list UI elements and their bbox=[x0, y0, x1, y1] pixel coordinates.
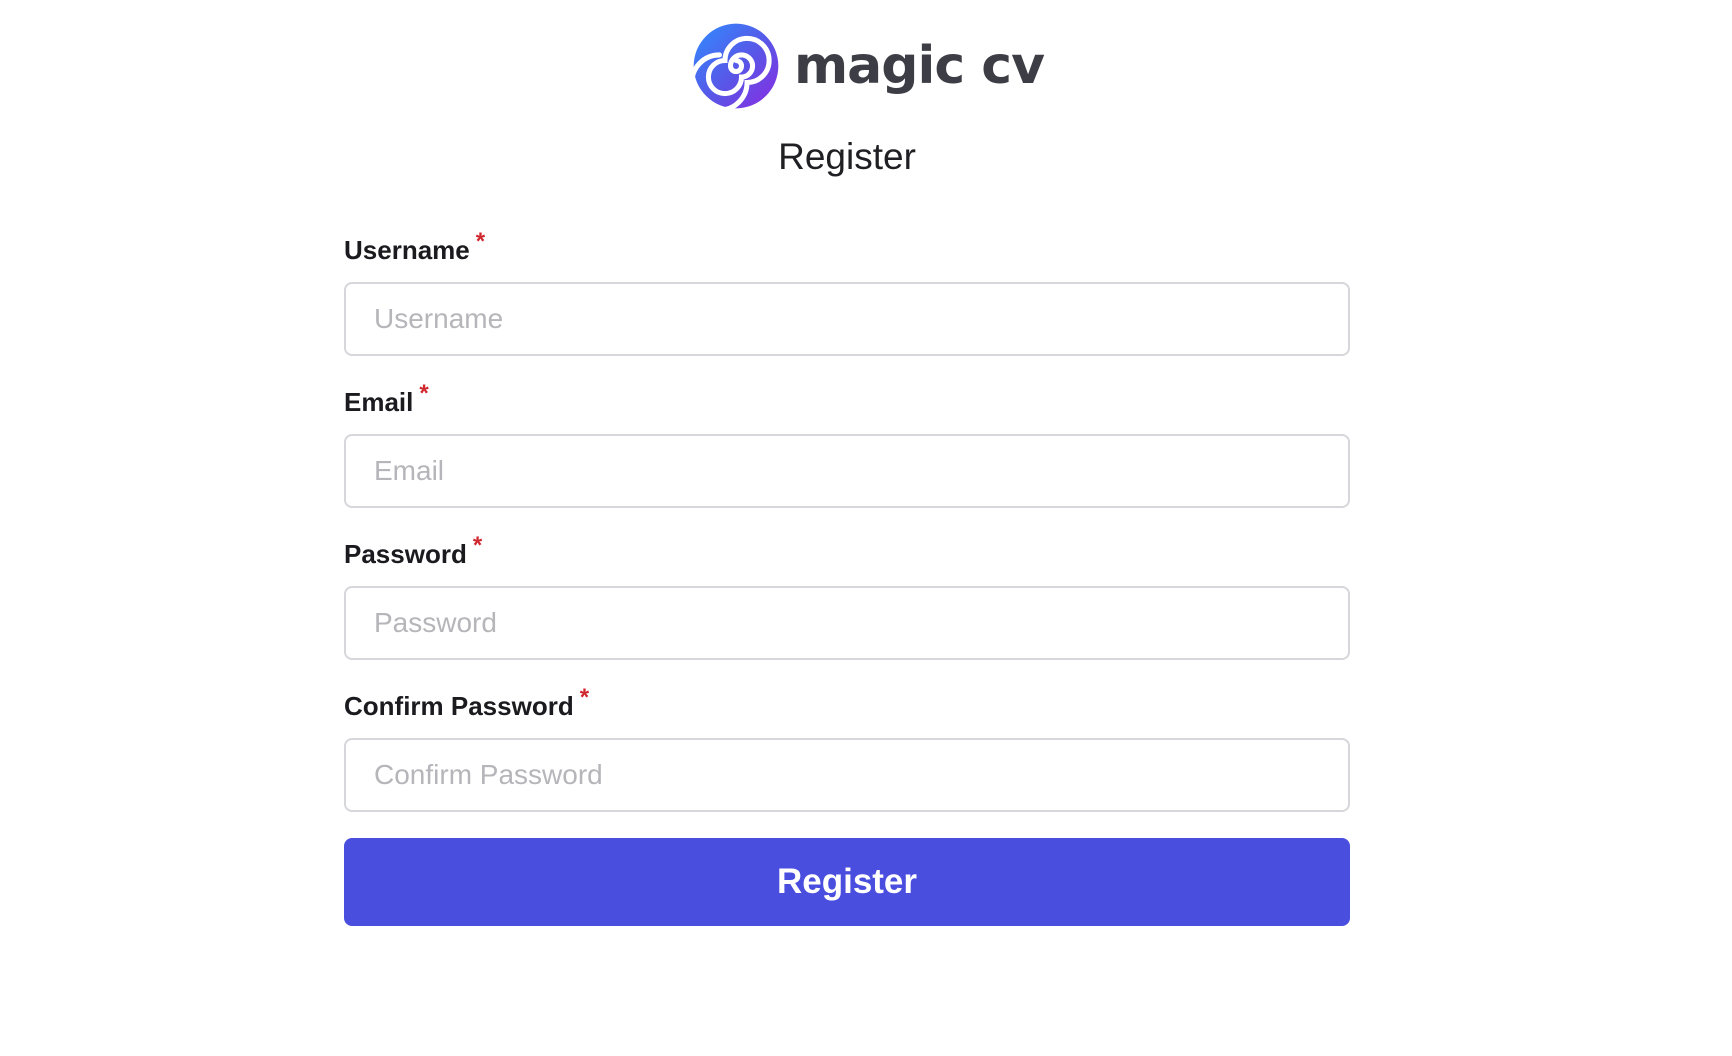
confirm-password-input[interactable] bbox=[344, 738, 1350, 812]
confirm-password-field-group: Confirm Password * bbox=[344, 684, 1350, 812]
required-asterisk: * bbox=[475, 228, 486, 255]
email-label: Email * bbox=[344, 380, 1350, 420]
confirm-password-label: Confirm Password * bbox=[344, 684, 1350, 724]
username-label: Username * bbox=[344, 228, 1350, 268]
brand-logo: magic cv bbox=[690, 18, 1045, 114]
email-label-text: Email bbox=[344, 387, 414, 417]
username-input[interactable] bbox=[344, 282, 1350, 356]
username-field-group: Username * bbox=[344, 228, 1350, 356]
spiral-icon bbox=[690, 23, 779, 112]
page-title: Register bbox=[778, 136, 916, 177]
password-label: Password * bbox=[344, 532, 1350, 572]
email-input[interactable] bbox=[344, 434, 1350, 508]
confirm-password-label-text: Confirm Password bbox=[344, 691, 574, 721]
email-field-group: Email * bbox=[344, 380, 1350, 508]
username-label-text: Username bbox=[344, 235, 470, 265]
register-button[interactable]: Register bbox=[344, 838, 1350, 926]
required-asterisk: * bbox=[472, 532, 483, 559]
password-input[interactable] bbox=[344, 586, 1350, 660]
password-field-group: Password * bbox=[344, 532, 1350, 660]
register-form: Username* Email* Password* Confirm Passw… bbox=[344, 228, 1350, 840]
required-asterisk: * bbox=[419, 380, 429, 407]
brand-name: magic cv bbox=[794, 36, 1045, 96]
password-label-text: Password bbox=[344, 539, 467, 569]
required-asterisk: * bbox=[579, 684, 590, 711]
register-page: magic cv Register Username* Email* Passw… bbox=[0, 0, 1732, 1056]
